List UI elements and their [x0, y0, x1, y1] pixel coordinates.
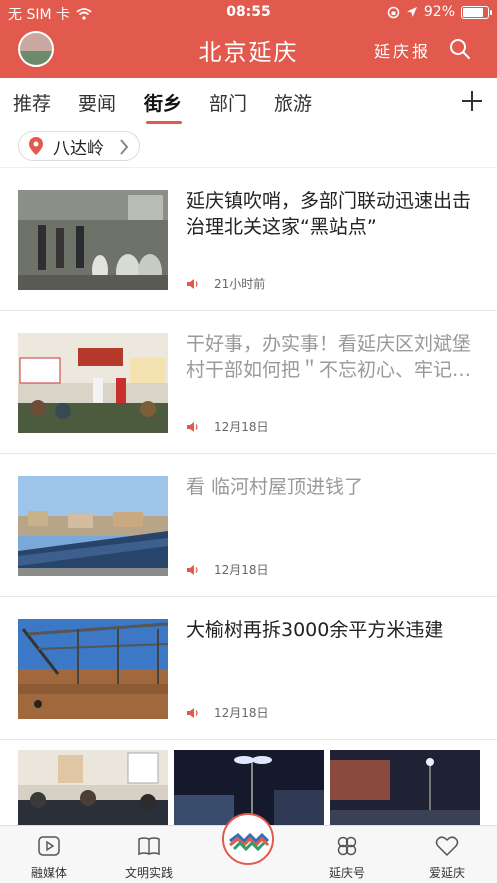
tab-recommend[interactable]: 推荐	[13, 89, 51, 116]
logo-icon	[229, 832, 270, 852]
location-label: 八达岭	[53, 138, 104, 159]
play-icon	[38, 836, 60, 856]
location-selector[interactable]: 八达岭	[18, 131, 140, 161]
news-time: 12月18日	[214, 420, 269, 434]
news-thumbnail	[18, 476, 168, 576]
home-logo-button[interactable]	[222, 813, 274, 865]
tab-streets[interactable]: 街乡	[144, 89, 182, 116]
news-item[interactable]: 看 临河村屋顶进钱了 12月18日	[0, 454, 497, 597]
tab-departments[interactable]: 部门	[209, 89, 247, 116]
heart-icon	[435, 836, 459, 857]
news-headline: 延庆镇吹哨，多部门联动迅速出击治理北关这家“黑站点”	[186, 190, 472, 238]
clover-icon	[337, 836, 357, 856]
gallery-thumbnail	[18, 750, 168, 828]
speaker-icon[interactable]	[186, 564, 200, 576]
paper-link[interactable]: 延庆报	[374, 38, 431, 62]
battery-percent: 92%	[423, 4, 455, 20]
news-thumbnail	[18, 190, 168, 290]
news-item[interactable]: 延庆镇吹哨，多部门联动迅速出击治理北关这家“黑站点” 21小时前	[0, 168, 497, 311]
top-bar: 无 SIM 卡 08:55 92% 北京延庆 延庆报	[0, 0, 497, 78]
app-header: 北京延庆 延庆报	[0, 26, 497, 78]
nav-yanqing-account[interactable]: 延庆号	[302, 826, 392, 883]
book-icon	[138, 837, 160, 856]
location-pin-icon	[29, 137, 43, 155]
speaker-icon[interactable]	[186, 278, 200, 290]
news-time: 21小时前	[214, 277, 266, 291]
news-time: 12月18日	[214, 706, 269, 720]
speaker-icon[interactable]	[186, 707, 200, 719]
rotation-lock-icon	[387, 6, 400, 18]
battery-icon	[461, 5, 492, 19]
plus-icon[interactable]	[461, 90, 483, 112]
tab-news[interactable]: 要闻	[78, 89, 116, 116]
nav-love-yanqing-label: 爱延庆	[428, 866, 465, 880]
location-arrow-icon	[406, 7, 417, 17]
nav-love-yanqing[interactable]: 爱延庆	[402, 826, 492, 883]
news-headline: 干好事，办实事！看延庆区刘斌堡村干部如何把＂不忘初心、牢记…	[186, 333, 472, 381]
nav-media[interactable]: 融媒体	[4, 826, 94, 883]
nav-yanqing-account-label: 延庆号	[328, 866, 365, 880]
nav-civilization-label: 文明实践	[124, 866, 173, 880]
news-headline: 大榆树再拆3000余平方米违建	[186, 619, 444, 641]
speaker-icon[interactable]	[186, 421, 200, 433]
news-time: 12月18日	[214, 563, 269, 577]
news-item[interactable]: 干好事，办实事！看延庆区刘斌堡村干部如何把＂不忘初心、牢记… 12月18日	[0, 311, 497, 454]
news-headline: 看 临河村屋顶进钱了	[186, 476, 364, 498]
nav-media-label: 融媒体	[30, 866, 67, 880]
status-bar: 无 SIM 卡 08:55 92%	[0, 0, 497, 26]
gallery-thumbnail	[330, 750, 480, 828]
chevron-right-icon	[120, 139, 129, 155]
news-thumbnail	[18, 333, 168, 433]
tab-travel[interactable]: 旅游	[274, 89, 312, 116]
news-item[interactable]: 大榆树再拆3000余平方米违建 12月18日	[0, 597, 497, 740]
search-icon[interactable]	[449, 38, 471, 60]
battery-fill	[463, 7, 483, 17]
news-thumbnail	[18, 619, 168, 719]
location-row: 八达岭	[0, 124, 497, 168]
nav-civilization[interactable]: 文明实践	[104, 826, 194, 883]
category-tabs: 推荐 要闻 街乡 部门 旅游	[0, 78, 497, 124]
